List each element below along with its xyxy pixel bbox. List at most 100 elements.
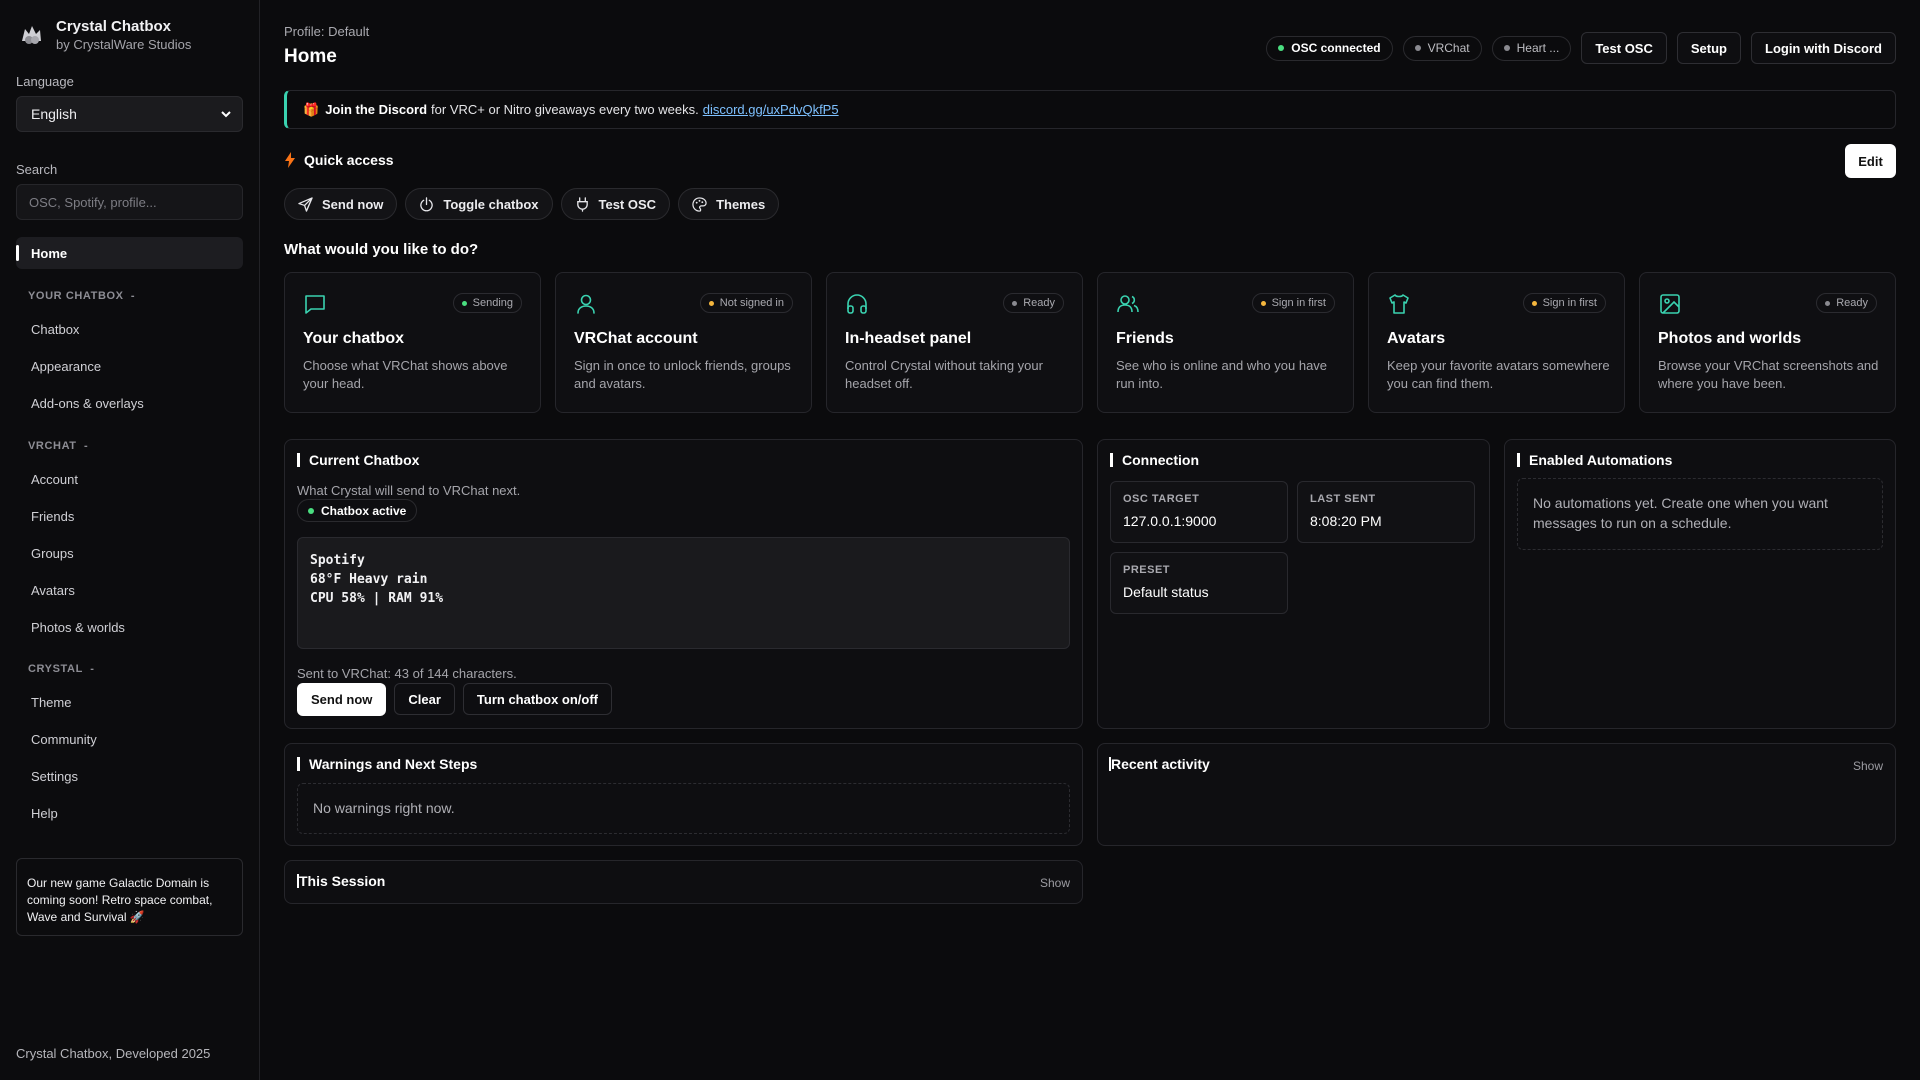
card-title: Photos and worlds [1658, 330, 1802, 347]
session-show-toggle[interactable]: Show [1040, 876, 1070, 890]
preview-line: Spotify [310, 553, 365, 568]
banner-text: for VRC+ or Nitro giveaways every two we… [431, 102, 699, 117]
gift-icon: 🎁 [303, 101, 320, 117]
card-title: In-headset panel [845, 330, 972, 347]
search-label: Search [16, 162, 58, 177]
automations-panel: Enabled Automations No automations yet. … [1504, 439, 1896, 729]
shirt-icon [1387, 292, 1411, 316]
sidebar-item-chatbox[interactable]: Chatbox [31, 322, 79, 337]
test-osc-button[interactable]: Test OSC [1581, 32, 1667, 64]
sidebar-item-avatars[interactable]: Avatars [31, 583, 75, 598]
card-title: Friends [1116, 330, 1174, 347]
status-dot-icon [1414, 45, 1421, 51]
page-title: Home [284, 46, 337, 67]
panel-title: Enabled Automations [1517, 453, 1672, 467]
preview-line: CPU 58% | RAM 91% [310, 591, 444, 606]
chatbox-preview: Spotify 68°F Heavy rain CPU 58% | RAM 91… [297, 537, 1070, 649]
warnings-panel: Warnings and Next Steps No warnings righ… [284, 743, 1083, 846]
panel-title: Warnings and Next Steps [297, 757, 477, 771]
sidebar-item-help[interactable]: Help [31, 806, 58, 821]
palette-icon [692, 196, 707, 212]
card-desc: Keep your favorite avatars somewhere you… [1387, 358, 1610, 391]
language-label: Language [16, 74, 74, 89]
last-sent-tile: LAST SENT 8:08:20 PM [1297, 481, 1475, 543]
crystal-logo-icon [16, 20, 46, 50]
card-avatars[interactable]: Sign in first Avatars Keep your favorite… [1368, 272, 1625, 413]
promo-card[interactable]: Our new game Galactic Domain is coming s… [16, 858, 243, 936]
language-value: English [31, 106, 77, 122]
language-select[interactable]: English [16, 96, 243, 132]
quick-send-now-button[interactable]: Send now [284, 188, 398, 220]
sidebar-footer: Crystal Chatbox, Developed 2025 [16, 1046, 211, 1061]
quick-themes-button[interactable]: Themes [678, 188, 780, 220]
status-badge: Not signed in [699, 293, 793, 313]
status-dot-icon [1503, 45, 1510, 51]
card-photos-worlds[interactable]: Ready Photos and worlds Browse your VRCh… [1639, 272, 1896, 413]
card-friends[interactable]: Sign in first Friends See who is online … [1097, 272, 1354, 413]
card-desc: See who is online and who you have run i… [1116, 358, 1328, 391]
login-discord-button[interactable]: Login with Discord [1751, 32, 1896, 64]
status-badge: Sign in first [1251, 293, 1335, 313]
toggle-chatbox-button[interactable]: Turn chatbox on/off [462, 683, 612, 715]
nav-section-crystal[interactable]: CRYSTAL - [28, 663, 95, 675]
status-badge: Sending [452, 293, 522, 313]
last-sent-value: 8:08:20 PM [1310, 513, 1382, 529]
nav-section-vrchat[interactable]: VRCHAT - [28, 440, 88, 452]
banner-bold: Join the Discord [325, 102, 428, 117]
clear-button[interactable]: Clear [394, 683, 455, 715]
sidebar-item-theme[interactable]: Theme [31, 695, 71, 710]
card-your-chatbox[interactable]: Sending Your chatbox Choose what VRChat … [284, 272, 541, 413]
heart-status-pill[interactable]: Heart ... [1491, 35, 1572, 61]
bolt-icon [284, 152, 296, 168]
card-title: Your chatbox [303, 330, 405, 347]
sidebar-item-settings[interactable]: Settings [31, 769, 78, 784]
card-title: Avatars [1387, 330, 1446, 347]
sidebar-item-groups[interactable]: Groups [31, 546, 74, 561]
card-desc: Sign in once to unlock friends, groups a… [574, 358, 791, 391]
osc-status-pill[interactable]: OSC connected [1266, 35, 1393, 61]
brand[interactable]: Crystal Chatbox by CrystalWare Studios [16, 18, 191, 52]
preview-line: 68°F Heavy rain [310, 572, 428, 587]
card-vrchat-account[interactable]: Not signed in VRChat account Sign in onc… [555, 272, 812, 413]
send-now-button[interactable]: Send now [297, 683, 387, 716]
sidebar-item-photos-worlds[interactable]: Photos & worlds [31, 620, 125, 635]
search-input[interactable]: OSC, Spotify, profile... [16, 184, 243, 220]
preset-value: Default status [1123, 584, 1209, 600]
osc-target-value: 127.0.0.1:9000 [1123, 513, 1217, 529]
quick-access-title: Quick access [284, 152, 394, 168]
character-count: Sent to VRChat: 43 of 144 characters. [297, 666, 517, 681]
headset-icon [845, 292, 869, 316]
sidebar-item-friends[interactable]: Friends [31, 509, 74, 524]
card-desc: Browse your VRChat screenshots and where… [1658, 358, 1879, 391]
osc-target-tile: OSC TARGET 127.0.0.1:9000 [1110, 481, 1288, 543]
card-desc: Choose what VRChat shows above your head… [303, 358, 508, 391]
card-title: VRChat account [574, 330, 698, 347]
edit-quick-access-button[interactable]: Edit [1845, 144, 1896, 178]
quick-test-osc-button[interactable]: Test OSC [560, 188, 671, 220]
vrchat-status-pill[interactable]: VRChat [1402, 35, 1482, 61]
setup-button[interactable]: Setup [1676, 32, 1741, 64]
chat-icon [303, 292, 327, 316]
power-icon [419, 196, 434, 212]
connection-panel: Connection OSC TARGET 127.0.0.1:9000 LAS… [1097, 439, 1490, 729]
sidebar-item-addons[interactable]: Add-ons & overlays [31, 396, 144, 411]
chatbox-subtitle: What Crystal will send to VRChat next. [297, 483, 521, 498]
card-in-headset-panel[interactable]: Ready In-headset panel Control Crystal w… [826, 272, 1083, 413]
nav-section-your-chatbox[interactable]: YOUR CHATBOX - [28, 290, 135, 302]
sidebar-item-community[interactable]: Community [31, 732, 97, 747]
recent-show-toggle[interactable]: Show [1853, 759, 1883, 773]
profile-label: Profile: Default [284, 24, 370, 39]
sidebar-item-home[interactable]: Home [16, 237, 243, 269]
session-panel: This Session Show [284, 860, 1083, 904]
discord-link[interactable]: discord.gg/uxPdvQkfP5 [703, 102, 839, 117]
plug-icon [575, 196, 590, 212]
chevron-down-icon [220, 108, 232, 120]
sidebar-item-appearance[interactable]: Appearance [31, 359, 101, 374]
sidebar-item-account[interactable]: Account [31, 472, 78, 487]
header-actions: OSC connected VRChat Heart ... Test OSC … [1266, 32, 1896, 64]
warnings-empty: No warnings right now. [297, 783, 1070, 834]
status-badge: Sign in first [1522, 293, 1606, 313]
automations-empty: No automations yet. Create one when you … [1517, 478, 1883, 550]
quick-toggle-chatbox-button[interactable]: Toggle chatbox [405, 188, 553, 220]
main-content: Profile: Default Home OSC connected VRCh… [284, 0, 1896, 1080]
